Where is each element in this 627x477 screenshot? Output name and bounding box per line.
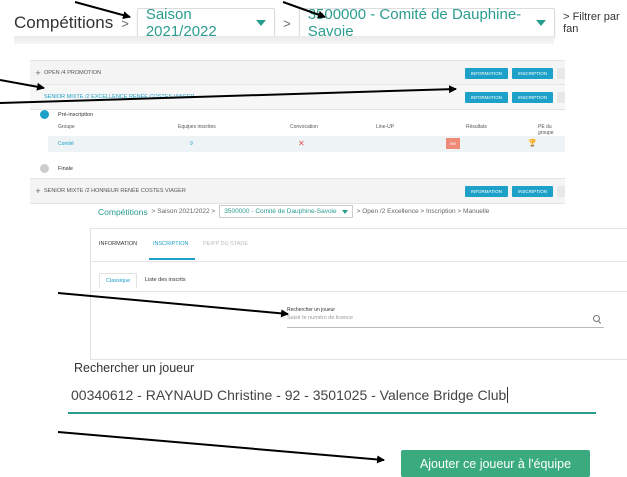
- tab-pe-pp[interactable]: PE/PP DU STADE: [203, 241, 248, 247]
- header-shadow: [14, 36, 554, 44]
- search-input[interactable]: Saisir le numéro de licence: [287, 315, 604, 328]
- subtab-classique[interactable]: Classique: [99, 273, 138, 289]
- player-search-value: 00340612 - RAYNAUD Christine - 92 - 3501…: [71, 387, 507, 403]
- player-search-label: Rechercher un joueur: [74, 361, 195, 375]
- player-search-input[interactable]: 00340612 - RAYNAUD Christine - 92 - 3501…: [68, 378, 596, 414]
- trophy-icon[interactable]: 🏆: [528, 139, 537, 147]
- col-resultats: Résultats: [466, 124, 487, 130]
- phase-inactive-icon: [40, 164, 49, 173]
- information-button[interactable]: INFORMATION: [464, 91, 508, 103]
- competition-row-open[interactable]: + OPEN /4 PROMOTION INFORMATION INSCRIPT…: [30, 60, 565, 86]
- chevron-down-icon: [256, 20, 267, 26]
- inscription-card: INFORMATION INSCRIPTION PE/PP DU STADE C…: [90, 228, 627, 360]
- inscription-button[interactable]: INSCRIPTION: [511, 91, 553, 103]
- search-icon[interactable]: [593, 315, 600, 322]
- competition-label: SENIOR MIXTE /2 EXCELLENCE RENÉE COSTES …: [44, 94, 195, 100]
- breadcrumb-title[interactable]: Compétitions: [14, 13, 113, 33]
- breadcrumb-separator: >: [283, 15, 291, 31]
- phase-finale[interactable]: Finale: [58, 166, 73, 172]
- search-label: Rechercher un joueur: [287, 307, 336, 313]
- extra-button[interactable]: [557, 185, 565, 197]
- committee-select[interactable]: 3500000 - Comité de Dauphine-Savoie: [298, 6, 556, 40]
- inner-breadcrumb: Compétitions > Saison 2021/2022 > 350000…: [98, 205, 489, 218]
- chevron-down-icon: [536, 20, 547, 26]
- expand-toggle-icon[interactable]: +: [32, 186, 44, 196]
- competitions-panel: + OPEN /4 PROMOTION INFORMATION INSCRIPT…: [30, 60, 565, 204]
- top-breadcrumb: Compétitions > Saison 2021/2022 > 350000…: [14, 6, 627, 40]
- tab-inscription[interactable]: INSCRIPTION: [153, 241, 188, 247]
- committee-select-value: 3500000 - Comité de Dauphine-Savoie: [224, 208, 337, 215]
- table-row: Comité 9 ✕ WE 🏆: [48, 136, 565, 152]
- breadcrumb-season[interactable]: > Saison 2021/2022 >: [152, 208, 216, 215]
- arrow: [57, 431, 385, 464]
- competition-row-excellence[interactable]: SENIOR MIXTE /2 EXCELLENCE RENÉE COSTES …: [30, 84, 565, 110]
- group-link[interactable]: Comité: [58, 141, 74, 147]
- tab-bar: INFORMATION INSCRIPTION PE/PP DU STADE: [91, 229, 627, 262]
- extra-button[interactable]: [557, 91, 565, 103]
- text-cursor: [507, 387, 509, 403]
- chevron-down-icon: [341, 209, 348, 214]
- results-badge[interactable]: WE: [446, 138, 460, 149]
- subtab-bar: Classique Liste des inscrits: [91, 269, 627, 291]
- breadcrumb-separator: >: [121, 15, 129, 31]
- teams-count[interactable]: 9: [190, 141, 193, 147]
- add-player-button[interactable]: Ajouter ce joueur à l'équipe: [401, 450, 590, 477]
- col-groupe: Groupe: [58, 124, 75, 130]
- season-select-value: Saison 2021/2022: [145, 6, 217, 40]
- competition-row-honneur[interactable]: + SENIOR MIXTE /2 HONNEUR RENÉE COSTES V…: [30, 178, 565, 204]
- information-button[interactable]: INFORMATION: [464, 185, 508, 197]
- col-convocation: Convocation: [290, 124, 318, 130]
- competition-label: OPEN /4 PROMOTION: [44, 70, 102, 76]
- expand-toggle-icon[interactable]: +: [32, 68, 44, 78]
- season-select[interactable]: Saison 2021/2022: [136, 6, 276, 40]
- inscription-button[interactable]: INSCRIPTION: [511, 185, 553, 197]
- committee-select[interactable]: 3500000 - Comité de Dauphine-Savoie: [219, 205, 353, 218]
- extra-button[interactable]: [557, 67, 565, 79]
- search-placeholder: Saisir le numéro de licence: [287, 315, 354, 321]
- information-button[interactable]: INFORMATION: [464, 67, 508, 79]
- breadcrumb-rest[interactable]: > Open /2 Excellence > Inscription > Man…: [357, 208, 490, 215]
- col-lineup: Line-UP: [376, 124, 395, 130]
- breadcrumb-title[interactable]: Compétitions: [98, 207, 148, 217]
- phase-active-icon: [40, 110, 49, 119]
- close-icon[interactable]: ✕: [298, 139, 305, 148]
- inscription-button[interactable]: INSCRIPTION: [511, 67, 553, 79]
- filter-family[interactable]: > Filtrer par fan: [563, 11, 627, 35]
- active-tab-underline: [149, 258, 195, 260]
- subtab-liste-inscrits[interactable]: Liste des inscrits: [139, 273, 192, 287]
- col-equipes: Equipes inscrites: [178, 124, 216, 130]
- tab-information[interactable]: INFORMATION: [99, 241, 137, 247]
- col-pe: PE du groupe: [538, 124, 554, 136]
- competition-label: SENIOR MIXTE /2 HONNEUR RENÉE COSTES VIA…: [44, 188, 186, 194]
- phase-preinscription[interactable]: Pré-inscription: [58, 112, 93, 118]
- committee-select-value: 3500000 - Comité de Dauphine-Savoie: [307, 6, 522, 40]
- divider: [91, 291, 627, 292]
